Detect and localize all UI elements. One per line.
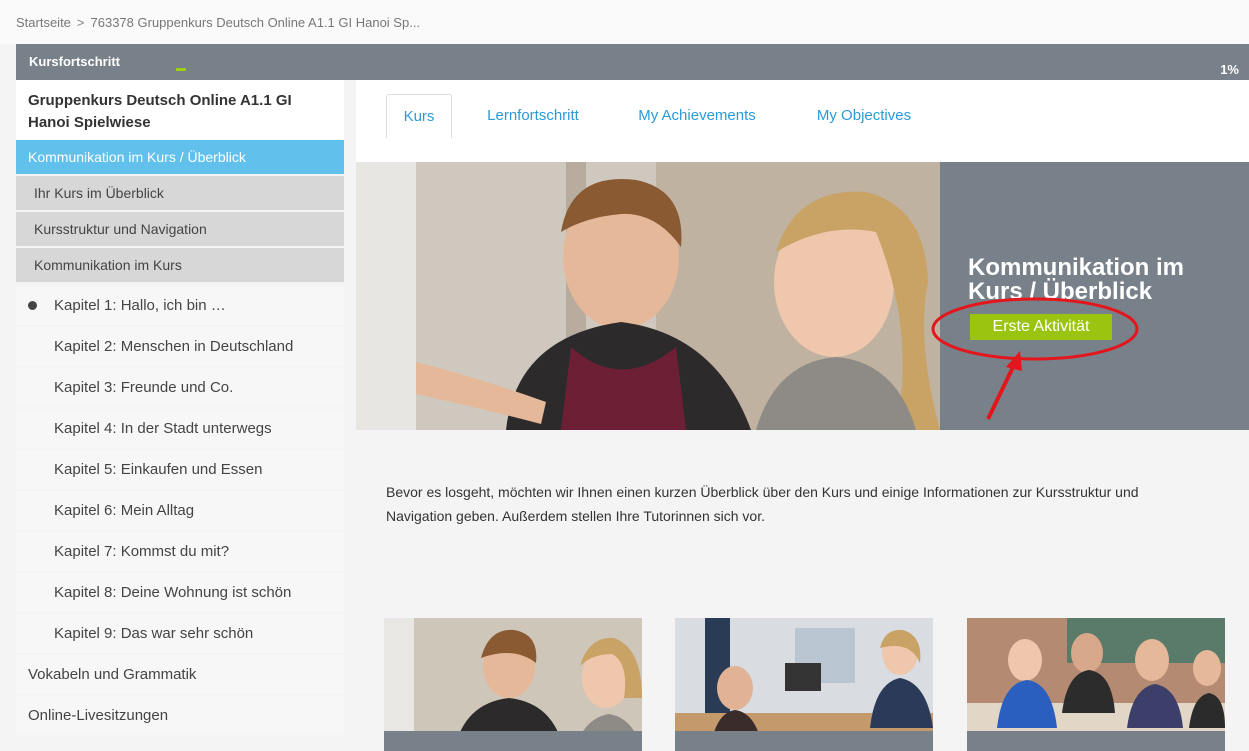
card-3-caption-bar — [967, 731, 1225, 751]
card-2-caption-bar — [675, 731, 933, 751]
sidebar-chapter-label: Kapitel 2: Menschen in Deutschland — [54, 338, 294, 355]
activity-card-1[interactable] — [384, 618, 642, 751]
sidebar-chapter-label: Kapitel 6: Mein Alltag — [54, 502, 195, 519]
sidebar-chapter-5[interactable]: Kapitel 5: Einkaufen und Essen — [16, 450, 344, 489]
sidebar-chapter-label: Kapitel 1: Hallo, ich bin … — [54, 297, 226, 314]
course-sidebar: Gruppenkurs Deutsch Online A1.1 GI Hanoi… — [16, 80, 344, 735]
annotation-ellipse — [931, 297, 1139, 420]
sidebar-chapter-6[interactable]: Kapitel 6: Mein Alltag — [16, 491, 344, 530]
sidebar-subitem-structure[interactable]: Kursstruktur und Navigation — [16, 212, 344, 246]
hero-photo — [356, 162, 940, 430]
current-chapter-dot-icon — [28, 301, 37, 310]
sidebar-subitem-communication[interactable]: Kommunikation im Kurs — [16, 248, 344, 282]
course-tabs: Kurs Lernfortschritt My Achievements My … — [356, 80, 1249, 162]
sidebar-item-active-section[interactable]: Kommunikation im Kurs / Überblick — [16, 140, 344, 174]
sidebar-chapter-9[interactable]: Kapitel 9: Das war sehr schön — [16, 614, 344, 653]
sidebar-chapter-1[interactable]: Kapitel 1: Hallo, ich bin … — [16, 286, 344, 325]
breadcrumb-home-link[interactable]: Startseite — [16, 15, 71, 30]
sidebar-item-live-sessions[interactable]: Online-Livesitzungen — [16, 696, 344, 735]
activity-card-3[interactable] — [967, 618, 1225, 751]
tab-my-achievements[interactable]: My Achievements — [622, 94, 772, 138]
hero-photo-illustration — [356, 162, 940, 430]
breadcrumb: Startseite >763378 Gruppenkurs Deutsch On… — [0, 0, 1249, 44]
progress-percent: 1% — [1220, 62, 1239, 77]
sidebar-chapter-label: Kapitel 3: Freunde und Co. — [54, 379, 234, 396]
sidebar-chapter-label: Kapitel 4: In der Stadt unterwegs — [54, 420, 272, 437]
tab-kurs[interactable]: Kurs — [386, 94, 452, 138]
progress-fill — [176, 68, 187, 71]
sidebar-chapter-label: Kapitel 9: Das war sehr schön — [54, 625, 254, 642]
breadcrumb-separator: > — [76, 15, 85, 30]
tab-my-objectives[interactable]: My Objectives — [804, 94, 924, 138]
tab-lernfortschritt[interactable]: Lernfortschritt — [474, 94, 592, 138]
sidebar-chapter-2[interactable]: Kapitel 2: Menschen in Deutschland — [16, 327, 344, 366]
sidebar-chapter-label: Kapitel 5: Einkaufen und Essen — [54, 461, 263, 478]
hero-info-panel: Kommunikation im Kurs / Überblick Erste … — [931, 162, 1249, 430]
sidebar-chapter-7[interactable]: Kapitel 7: Kommst du mit? — [16, 532, 344, 571]
breadcrumb-current[interactable]: 763378 Gruppenkurs Deutsch Online A1.1 G… — [91, 15, 421, 30]
sidebar-item-vocabulary[interactable]: Vokabeln und Grammatik — [16, 655, 344, 694]
hero-banner: Kommunikation im Kurs / Überblick Erste … — [356, 162, 1249, 430]
activity-card-2[interactable] — [675, 618, 933, 751]
intro-text: Bevor es losgeht, möchten wir Ihnen eine… — [386, 484, 1139, 524]
progress-track — [176, 68, 1206, 71]
sidebar-chapter-label: Kapitel 7: Kommst du mit? — [54, 543, 230, 560]
main-content: Kurs Lernfortschritt My Achievements My … — [356, 80, 1249, 751]
sidebar-chapter-4[interactable]: Kapitel 4: In der Stadt unterwegs — [16, 409, 344, 448]
sidebar-subitem-overview[interactable]: Ihr Kurs im Überblick — [16, 176, 344, 210]
sidebar-course-title[interactable]: Gruppenkurs Deutsch Online A1.1 GI Hanoi… — [16, 80, 344, 140]
card-1-caption-bar — [384, 731, 642, 751]
sidebar-chapter-3[interactable]: Kapitel 3: Freunde und Co. — [16, 368, 344, 407]
sidebar-chapter-8[interactable]: Kapitel 8: Deine Wohnung ist schön — [16, 573, 344, 612]
sidebar-chapter-label: Kapitel 8: Deine Wohnung ist schön — [54, 584, 292, 601]
course-progress-bar: Kursfortschritt 1% — [16, 44, 1249, 80]
progress-label: Kursfortschritt — [29, 54, 121, 69]
